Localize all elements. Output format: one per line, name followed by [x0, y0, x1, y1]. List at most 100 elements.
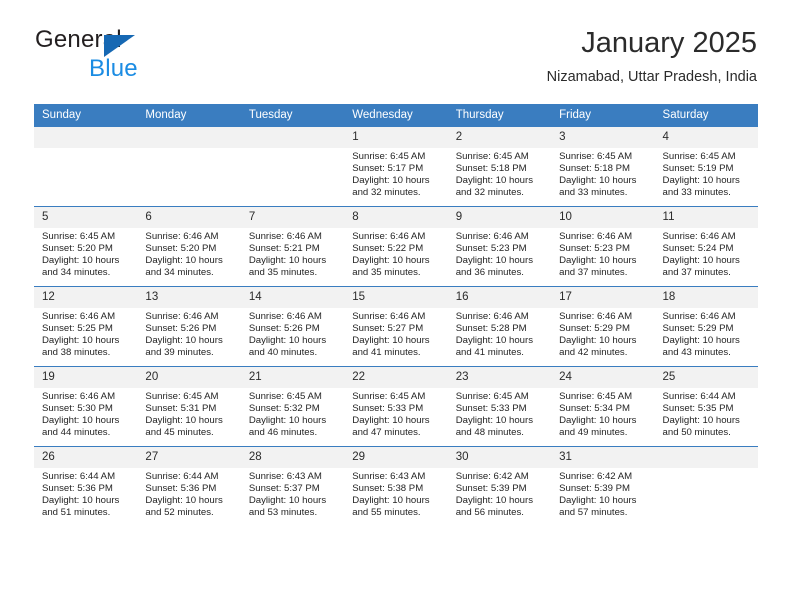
- calendar-cell[interactable]: 4 Sunrise: 6:45 AM Sunset: 5:19 PM Daylight…: [654, 127, 758, 207]
- sunrise-text: Sunrise: 6:42 AM: [455, 471, 529, 482]
- sunset-text: Sunset: 5:33 PM: [455, 402, 527, 414]
- day-details: Sunrise: 6:46 AM Sunset: 5:25 PM Daylight:…: [34, 308, 137, 359]
- day-number: 8: [344, 207, 448, 228]
- sunset-text: Sunset: 5:18 PM: [455, 162, 527, 174]
- calendar-cell[interactable]: 1 Sunrise: 6:45 AM Sunset: 5:17 PM Daylight…: [344, 127, 448, 207]
- calendar-cell[interactable]: 27 Sunrise: 6:44 AM Sunset: 5:36 PM Dayligh…: [137, 446, 241, 526]
- calendar-day: 3 Sunrise: 6:45 AM Sunset: 5:18 PM Daylight…: [551, 127, 655, 206]
- calendar-cell[interactable]: 6 Sunrise: 6:46 AM Sunset: 5:20 PM Daylight…: [137, 206, 241, 287]
- daylight-text-line1: Daylight: 10 hours: [455, 414, 534, 426]
- calendar-cell[interactable]: 5 Sunrise: 6:45 AM Sunset: 5:20 PM Daylight…: [34, 206, 138, 287]
- calendar-day: 9 Sunrise: 6:46 AM Sunset: 5:23 PM Daylight…: [447, 207, 552, 286]
- calendar-cell[interactable]: 15 Sunrise: 6:46 AM Sunset: 5:27 PM Dayligh…: [344, 286, 448, 367]
- sunset-text: Sunset: 5:20 PM: [145, 242, 217, 254]
- day-details: Sunrise: 6:46 AM Sunset: 5:30 PM Daylight:…: [34, 388, 137, 439]
- day-details: Sunrise: 6:42 AM Sunset: 5:39 PM Daylight:…: [551, 468, 654, 519]
- calendar-cell[interactable]: 21 Sunrise: 6:45 AM Sunset: 5:32 PM Dayligh…: [240, 366, 345, 447]
- daylight-text-line1: Daylight: 10 hours: [559, 414, 637, 426]
- calendar-cell[interactable]: 22 Sunrise: 6:45 AM Sunset: 5:33 PM Dayligh…: [344, 366, 448, 447]
- day-number: 4: [654, 127, 758, 148]
- weekday-header-tuesday: Tuesday: [240, 104, 345, 127]
- sunset-text: Sunset: 5:39 PM: [559, 482, 631, 494]
- calendar-cell[interactable]: 18 Sunrise: 6:46 AM Sunset: 5:29 PM Dayligh…: [654, 286, 758, 367]
- calendar-day: 16 Sunrise: 6:46 AM Sunset: 5:28 PM Dayligh…: [447, 287, 552, 366]
- sunrise-text: Sunrise: 6:46 AM: [42, 311, 116, 322]
- calendar-cell[interactable]: 7 Sunrise: 6:46 AM Sunset: 5:21 PM Daylight…: [240, 206, 345, 287]
- daylight-text-line2: and 55 minutes.: [352, 506, 421, 518]
- daylight-text-line2: and 35 minutes.: [248, 266, 318, 278]
- daylight-text-line1: Daylight: 10 hours: [248, 414, 327, 426]
- sunset-text: Sunset: 5:24 PM: [662, 242, 734, 254]
- calendar-day-empty: [240, 127, 345, 206]
- calendar-cell[interactable]: 19 Sunrise: 6:46 AM Sunset: 5:30 PM Dayligh…: [34, 366, 138, 447]
- calendar-cell[interactable]: 10 Sunrise: 6:46 AM Sunset: 5:23 PM Dayligh…: [551, 206, 655, 287]
- daylight-text-line2: and 44 minutes.: [42, 426, 111, 438]
- day-number: [137, 127, 241, 148]
- title-block: January 2025 Nizamabad, Uttar Pradesh, I…: [547, 26, 757, 87]
- calendar-cell[interactable]: 28 Sunrise: 6:43 AM Sunset: 5:37 PM Dayligh…: [240, 446, 345, 526]
- day-details: Sunrise: 6:46 AM Sunset: 5:26 PM Daylight:…: [241, 308, 344, 359]
- daylight-text-line1: Daylight: 10 hours: [559, 254, 637, 266]
- calendar-cell[interactable]: 2 Sunrise: 6:45 AM Sunset: 5:18 PM Daylight…: [447, 127, 552, 207]
- daylight-text-line1: Daylight: 10 hours: [455, 334, 534, 346]
- page-header: General Blue January 2025 Nizamabad, Utt…: [35, 26, 757, 98]
- calendar-cell[interactable]: 25 Sunrise: 6:44 AM Sunset: 5:35 PM Dayligh…: [654, 366, 758, 447]
- day-number: 12: [34, 287, 138, 308]
- calendar-cell: [137, 127, 241, 207]
- calendar-cell[interactable]: 11 Sunrise: 6:46 AM Sunset: 5:24 PM Dayligh…: [654, 206, 758, 287]
- brand-logo[interactable]: General Blue: [35, 26, 275, 88]
- day-details: Sunrise: 6:43 AM Sunset: 5:38 PM Daylight:…: [344, 468, 447, 519]
- calendar-cell[interactable]: 9 Sunrise: 6:46 AM Sunset: 5:23 PM Daylight…: [447, 206, 552, 287]
- sunrise-text: Sunrise: 6:45 AM: [145, 391, 219, 402]
- calendar-cell[interactable]: 8 Sunrise: 6:46 AM Sunset: 5:22 PM Daylight…: [344, 206, 448, 287]
- calendar-week-row: 5 Sunrise: 6:45 AM Sunset: 5:20 PM Daylight…: [34, 206, 758, 287]
- sunset-text: Sunset: 5:18 PM: [559, 162, 631, 174]
- sunset-text: Sunset: 5:23 PM: [559, 242, 631, 254]
- day-number: 13: [137, 287, 241, 308]
- sunrise-text: Sunrise: 6:45 AM: [559, 151, 633, 162]
- sunset-text: Sunset: 5:21 PM: [248, 242, 320, 254]
- calendar-cell[interactable]: 16 Sunrise: 6:46 AM Sunset: 5:28 PM Dayligh…: [447, 286, 552, 367]
- daylight-text-line2: and 37 minutes.: [559, 266, 628, 278]
- calendar-cell[interactable]: 30 Sunrise: 6:42 AM Sunset: 5:39 PM Dayligh…: [447, 446, 552, 526]
- weekday-header-saturday: Saturday: [654, 104, 758, 127]
- calendar-cell[interactable]: 13 Sunrise: 6:46 AM Sunset: 5:26 PM Dayligh…: [137, 286, 241, 367]
- daylight-text-line1: Daylight: 10 hours: [455, 174, 534, 186]
- calendar-cell[interactable]: 17 Sunrise: 6:46 AM Sunset: 5:29 PM Dayligh…: [551, 286, 655, 367]
- day-number: 27: [137, 447, 241, 468]
- daylight-text-line2: and 45 minutes.: [145, 426, 214, 438]
- calendar-day: 11 Sunrise: 6:46 AM Sunset: 5:24 PM Dayligh…: [654, 207, 758, 286]
- calendar-cell[interactable]: 31 Sunrise: 6:42 AM Sunset: 5:39 PM Dayligh…: [551, 446, 655, 526]
- calendar-cell[interactable]: 12 Sunrise: 6:46 AM Sunset: 5:25 PM Dayligh…: [34, 286, 138, 367]
- day-details: Sunrise: 6:46 AM Sunset: 5:23 PM Daylight:…: [551, 228, 654, 279]
- day-number: [654, 447, 758, 468]
- calendar-cell[interactable]: 23 Sunrise: 6:45 AM Sunset: 5:33 PM Dayligh…: [447, 366, 552, 447]
- daylight-text-line2: and 38 minutes.: [42, 346, 111, 358]
- day-number: 7: [240, 207, 345, 228]
- calendar-cell[interactable]: 29 Sunrise: 6:43 AM Sunset: 5:38 PM Dayligh…: [344, 446, 448, 526]
- calendar-day: 19 Sunrise: 6:46 AM Sunset: 5:30 PM Dayligh…: [34, 367, 138, 446]
- page-subtitle: Nizamabad, Uttar Pradesh, India: [546, 69, 757, 85]
- daylight-text-line2: and 52 minutes.: [145, 506, 214, 518]
- calendar-cell[interactable]: 3 Sunrise: 6:45 AM Sunset: 5:18 PM Daylight…: [551, 127, 655, 207]
- calendar-cell[interactable]: 24 Sunrise: 6:45 AM Sunset: 5:34 PM Dayligh…: [551, 366, 655, 447]
- calendar-day: 30 Sunrise: 6:42 AM Sunset: 5:39 PM Dayligh…: [447, 447, 552, 526]
- sunrise-text: Sunrise: 6:44 AM: [662, 391, 736, 402]
- sunrise-text: Sunrise: 6:46 AM: [42, 391, 116, 402]
- calendar-day: 6 Sunrise: 6:46 AM Sunset: 5:20 PM Daylight…: [137, 207, 241, 286]
- daylight-text-line1: Daylight: 10 hours: [145, 414, 223, 426]
- calendar-day: 4 Sunrise: 6:45 AM Sunset: 5:19 PM Daylight…: [654, 127, 758, 206]
- calendar-cell[interactable]: 26 Sunrise: 6:44 AM Sunset: 5:36 PM Dayligh…: [34, 446, 138, 526]
- day-details: Sunrise: 6:46 AM Sunset: 5:28 PM Daylight:…: [448, 308, 551, 359]
- day-number: 11: [654, 207, 758, 228]
- sunrise-text: Sunrise: 6:46 AM: [455, 231, 529, 242]
- calendar-cell[interactable]: 14 Sunrise: 6:46 AM Sunset: 5:26 PM Dayligh…: [240, 286, 345, 367]
- brand-name-blue: Blue: [89, 55, 138, 82]
- day-details: Sunrise: 6:46 AM Sunset: 5:26 PM Daylight:…: [137, 308, 240, 359]
- day-number: 20: [137, 367, 241, 388]
- calendar-page: General Blue January 2025 Nizamabad, Utt…: [0, 0, 792, 612]
- daylight-text-line1: Daylight: 10 hours: [248, 334, 327, 346]
- sunset-text: Sunset: 5:19 PM: [662, 162, 734, 174]
- day-details: Sunrise: 6:45 AM Sunset: 5:18 PM Daylight:…: [448, 148, 551, 199]
- calendar-cell[interactable]: 20 Sunrise: 6:45 AM Sunset: 5:31 PM Dayligh…: [137, 366, 241, 447]
